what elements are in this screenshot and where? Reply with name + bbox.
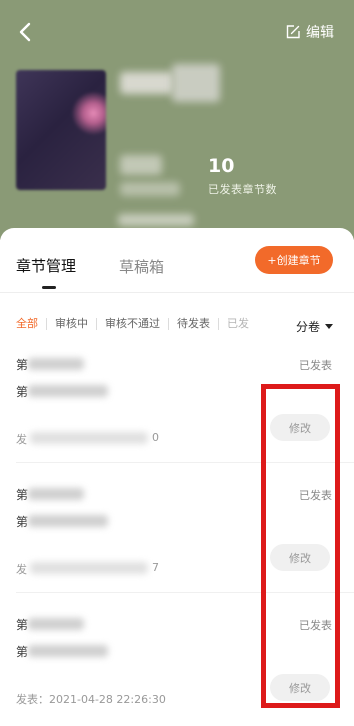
caret-down-icon [325,323,334,329]
filter-reviewing[interactable]: 审核中 [46,318,96,330]
chapter-title-redacted [28,358,84,370]
book-info-redacted-2 [120,182,180,196]
book-title-redacted [120,72,174,94]
edit-label: 编辑 [306,25,334,41]
book-title-redacted-2 [172,64,220,102]
filter-pending[interactable]: 待发表 [168,318,218,330]
chapter-title-redacted [28,488,84,500]
filter-rejected[interactable]: 审核不通过 [96,318,168,330]
chapter-title: 第 [16,488,29,502]
filter-all[interactable]: 全部 [16,318,46,330]
chapter-subtitle: 第 [16,515,29,529]
chapter-subtitle: 第 [16,645,29,659]
book-cover [16,70,106,190]
published-time: 发表：2021-04-28 22:26:30 [16,693,166,706]
chapter-count: 10 [208,155,235,177]
chapter-title: 第 [16,618,29,632]
create-chapter-button[interactable]: +创建章节 [255,246,333,274]
filter-fade [250,312,286,338]
volume-label: 分卷 [296,320,321,334]
annotation-highlight-box [261,384,340,708]
tab-chapter-manage[interactable]: 章节管理 [16,255,76,276]
chapter-title: 第 [16,358,29,372]
tab-drafts[interactable]: 草稿箱 [119,256,164,277]
edit-button[interactable]: 编辑 [285,21,334,43]
chapter-title-redacted [28,618,84,630]
chapter-subtitle-redacted [28,515,108,527]
chevron-left-icon [19,22,31,42]
chapter-subtitle: 第 [16,385,29,399]
book-info-redacted [120,155,162,175]
published-time-redacted [30,562,148,574]
published-time-prefix: 发 [16,433,27,446]
published-time-suffix: 7 [152,561,159,574]
book-info-redacted-3 [118,214,194,226]
chapter-count-label: 已发表章节数 [208,183,277,196]
published-time-suffix: 0 [152,431,159,444]
chapter-subtitle-redacted [28,645,108,657]
status-label: 已发表 [299,359,332,372]
volume-dropdown[interactable]: 分卷 [296,318,334,335]
chapter-subtitle-redacted [28,385,108,397]
book-header: 编辑 10 已发表章节数 [0,0,354,240]
divider [0,292,354,293]
published-time-redacted [30,432,148,444]
published-time-prefix: 发 [16,563,27,576]
status-filter-bar: 全部 审核中 审核不通过 待发表 已发 [16,318,257,330]
edit-icon [286,25,300,39]
active-tab-indicator [42,286,56,289]
back-button[interactable] [14,20,38,44]
